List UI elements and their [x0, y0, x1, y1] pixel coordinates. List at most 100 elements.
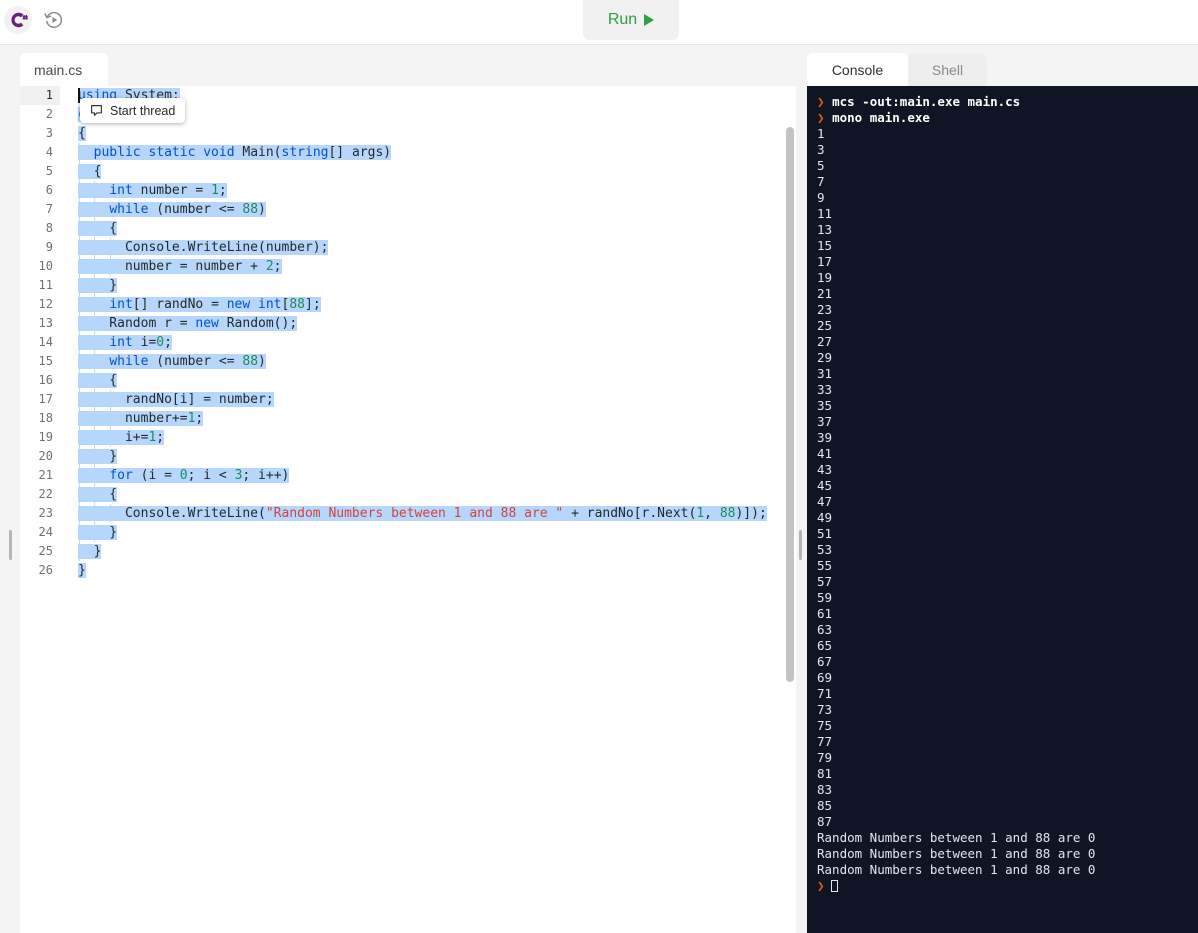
code-line[interactable]: 26} [20, 561, 796, 580]
console-output-line: 45 [817, 478, 833, 493]
workspace: main.cs 1using System;2class Program3{4 … [0, 45, 1198, 933]
code-line[interactable]: 9 Console.WriteLine(number); [20, 238, 796, 257]
line-number: 4 [45, 145, 53, 159]
code-line-text: for (i = 0; i < 3; i++) [78, 466, 290, 485]
code-line-text: int[] randNo = new int[88]; [78, 295, 321, 314]
code-line[interactable]: 20 } [20, 447, 796, 466]
line-number: 6 [45, 183, 53, 197]
tab-console[interactable]: Console [807, 53, 908, 86]
code-line[interactable]: 25 } [20, 542, 796, 561]
line-number: 16 [38, 373, 53, 387]
line-number: 18 [38, 411, 53, 425]
console-command-text: mono main.exe [832, 110, 930, 125]
line-number: 8 [45, 221, 53, 235]
console-output-line: 79 [817, 750, 833, 765]
code-line[interactable]: 6 int number = 1; [20, 181, 796, 200]
console-command-line: ❯ mcs -out:main.exe main.cs [817, 94, 1198, 110]
history-replay-glyph [44, 11, 63, 28]
code-line-text: } [78, 544, 102, 559]
code-editor[interactable]: 1using System;2class Program3{4 public s… [20, 86, 796, 933]
left-pane-resize-handle[interactable] [9, 530, 12, 560]
tab-console-label: Console [831, 61, 884, 78]
code-line-text: int number = 1; [78, 181, 227, 200]
console-output-line: 47 [817, 494, 833, 509]
run-button[interactable]: Run [583, 0, 679, 40]
code-line[interactable]: 11 } [20, 276, 796, 295]
code-line-text: { [78, 221, 118, 236]
console-output-line: 55 [817, 558, 833, 573]
code-line[interactable]: 16 { [20, 371, 796, 390]
code-line-text: number+=1; [78, 411, 204, 426]
code-line[interactable]: 13 Random r = new Random(); [20, 314, 796, 333]
console-output-line: 49 [817, 510, 833, 525]
console-output-line: 61 [817, 606, 833, 621]
code-line[interactable]: 17 randNo[i] = number; [20, 390, 796, 409]
file-tab-bar: main.cs [20, 53, 796, 86]
code-line-text: while (number <= 88) [78, 352, 266, 371]
console-output-line: 59 [817, 590, 833, 605]
code-line[interactable]: 15 while (number <= 88) [20, 352, 796, 371]
csharp-logo-icon[interactable] [4, 6, 32, 34]
prompt-icon: ❯ [817, 110, 833, 125]
console-pane: Console Shell ❯ mcs -out:main.exe main.c… [807, 53, 1198, 933]
run-button-label: Run [607, 11, 638, 28]
code-line[interactable]: 18 number+=1; [20, 409, 796, 428]
console-command-line: ❯ mono main.exe [817, 110, 1198, 126]
console-output-line: 75 [817, 718, 833, 733]
console-output-line: 7 [817, 174, 825, 189]
history-replay-icon[interactable] [40, 6, 68, 34]
line-number: 25 [38, 544, 53, 558]
code-line[interactable]: 8 { [20, 219, 796, 238]
console-output-line: 5 [817, 158, 825, 173]
tab-shell[interactable]: Shell [908, 53, 987, 86]
console-input-line[interactable]: ❯ [817, 878, 1198, 894]
file-tab-main-cs[interactable]: main.cs [20, 53, 108, 86]
code-line[interactable]: 23 Console.WriteLine("Random Numbers bet… [20, 504, 796, 523]
line-number: 1 [20, 86, 60, 105]
code-line-text: } [78, 525, 118, 540]
code-line[interactable]: 22 { [20, 485, 796, 504]
line-number: 2 [45, 107, 53, 121]
line-number: 5 [45, 164, 53, 178]
code-line-text: randNo[i] = number; [78, 392, 274, 407]
code-line[interactable]: 21 for (i = 0; i < 3; i++) [20, 466, 796, 485]
code-line-text: } [78, 449, 118, 464]
console-output-line: 85 [817, 798, 833, 813]
code-line[interactable]: 4 public static void Main(string[] args) [20, 143, 796, 162]
console-output-line: 39 [817, 430, 833, 445]
console-command-text: mcs -out:main.exe main.cs [832, 94, 1021, 109]
line-number: 7 [45, 202, 53, 216]
code-line-text: { [78, 373, 118, 388]
console-output-line: 9 [817, 190, 825, 205]
line-number: 20 [38, 449, 53, 463]
console-output-line: 41 [817, 446, 833, 461]
line-number: 3 [45, 126, 53, 140]
line-number: 24 [38, 525, 53, 539]
code-line-text: Random r = new Random(); [78, 316, 298, 331]
console-output-line: 69 [817, 670, 833, 685]
line-number: 23 [38, 506, 53, 520]
console-output-line: 71 [817, 686, 833, 701]
editor-vertical-scrollbar[interactable] [786, 127, 794, 682]
console-output-line: 65 [817, 638, 833, 653]
code-line[interactable]: 3{ [20, 124, 796, 143]
line-number: 13 [38, 316, 53, 330]
console-output-line: 53 [817, 542, 833, 557]
start-thread-tooltip[interactable]: Start thread [80, 98, 186, 123]
code-line[interactable]: 19 i+=1; [20, 428, 796, 447]
prompt-icon: ❯ [817, 94, 833, 109]
code-line-text: number = number + 2; [78, 259, 282, 274]
console-output[interactable]: ❯ mcs -out:main.exe main.cs ❯ mono main.e… [807, 86, 1198, 933]
code-line[interactable]: 14 int i=0; [20, 333, 796, 352]
console-output-line: 15 [817, 238, 833, 253]
code-line[interactable]: 24 } [20, 523, 796, 542]
code-line[interactable]: 10 number = number + 2; [20, 257, 796, 276]
code-line[interactable]: 5 { [20, 162, 796, 181]
tab-shell-label: Shell [931, 61, 964, 78]
console-output-line: 73 [817, 702, 833, 717]
line-number: 19 [38, 430, 53, 444]
editor-console-resize-handle[interactable] [799, 530, 802, 560]
prompt-icon: ❯ [817, 878, 825, 893]
code-line[interactable]: 12 int[] randNo = new int[88]; [20, 295, 796, 314]
code-line[interactable]: 7 while (number <= 88) [20, 200, 796, 219]
